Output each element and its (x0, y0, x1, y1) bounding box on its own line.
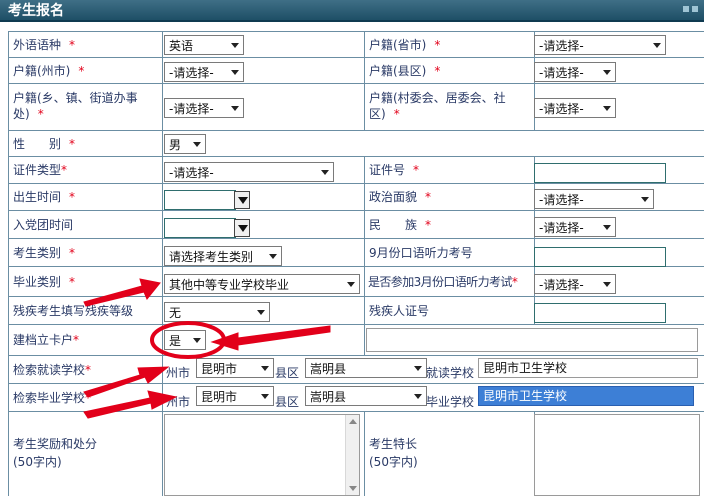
political-select[interactable]: -请选择- (534, 189, 654, 209)
chevron-down-icon (347, 282, 355, 287)
chevron-down-icon (269, 254, 277, 259)
birth-date-picker-button[interactable] (234, 191, 250, 209)
cell-gender (163, 131, 704, 157)
label-ethnicity: 民 族 * (365, 211, 535, 239)
grad-county-label: 县区 (275, 395, 300, 409)
chevron-down-icon (193, 142, 201, 147)
foreign-language-select[interactable]: 英语 (164, 35, 244, 55)
id-number-input[interactable] (534, 163, 666, 183)
current-city-select[interactable]: 昆明市 (196, 358, 274, 378)
label-county: 户籍(县区) * (365, 58, 535, 84)
label-id-number: 证件号 * (365, 157, 535, 184)
village-select[interactable]: -请选择- (534, 98, 616, 118)
label-disability-level: 残疾考生填写残疾等级 (9, 297, 163, 325)
disability-level-select[interactable]: 无 (164, 302, 270, 322)
county-select[interactable]: -请选择- (534, 62, 616, 82)
label-listening-no: 9月份口语听力考号 (365, 239, 535, 267)
label-search-grad-school: 检索毕业学校 * (9, 384, 163, 412)
label-party-date: 入党团时间 (9, 211, 163, 239)
poverty-card-select[interactable]: 是 (164, 330, 206, 350)
label-specialty: 考生特长 (50字内) (365, 412, 535, 496)
chevron-down-icon (414, 366, 422, 371)
label-city: 户籍(州市) * (9, 58, 163, 84)
listening-no-input[interactable] (534, 247, 666, 267)
label-gender: 性 别 * (9, 131, 163, 157)
id-type-select[interactable]: -请选择- (164, 162, 334, 182)
party-date-input[interactable] (164, 218, 236, 238)
label-awards: 考生奖励和处分 (50字内) (9, 412, 163, 496)
grad-school-select[interactable]: 昆明市卫生学校 (478, 386, 694, 406)
chevron-down-icon (414, 394, 422, 399)
scrollbar[interactable] (345, 415, 359, 495)
label-foreign-language: 外语语种 * (9, 32, 163, 58)
scroll-up-icon (349, 419, 357, 424)
province-select[interactable]: -请选择- (534, 35, 666, 55)
grad-county-select[interactable]: 嵩明县 (305, 386, 427, 406)
label-id-type: 证件类型 * (9, 157, 163, 184)
label-poverty-card: 建档立卡户 * (9, 325, 163, 356)
label-grad-type: 毕业类别 * (9, 267, 163, 297)
party-date-picker-button[interactable] (234, 219, 250, 237)
town-select[interactable]: -请选择- (164, 98, 244, 118)
chevron-down-icon (193, 338, 201, 343)
label-search-current-school: 检索就读学校 * (9, 356, 163, 384)
grad-type-select[interactable]: 其他中等专业学校毕业 (164, 274, 360, 294)
disability-cert-input[interactable] (534, 303, 666, 323)
label-town: 户籍(乡、镇、街道办事处) * (9, 84, 163, 131)
grad-school-label: 毕业学校 (426, 395, 475, 409)
current-city-label: 州市 (166, 366, 191, 380)
scroll-down-icon (349, 486, 357, 491)
label-village: 户籍(村委会、居委会、社区) * (365, 84, 535, 131)
label-birth: 出生时间 * (9, 184, 163, 211)
chevron-down-icon (603, 282, 611, 287)
current-school-label: 就读学校 (426, 366, 475, 380)
poverty-extra-input[interactable] (366, 328, 698, 352)
chevron-down-icon (653, 43, 661, 48)
chevron-down-icon (641, 197, 649, 202)
chevron-down-icon (261, 366, 269, 371)
chevron-down-icon (257, 310, 265, 315)
gender-select[interactable]: 男 (164, 134, 206, 154)
page-title: 考生报名 (8, 3, 64, 19)
chevron-down-icon (231, 70, 239, 75)
page-header: 考生报名 (0, 0, 704, 22)
category-select[interactable]: 请选择考生类别 (164, 246, 282, 266)
label-political: 政治面貌 * (365, 184, 535, 211)
grad-city-select[interactable]: 昆明市 (196, 386, 274, 406)
chevron-down-icon (231, 43, 239, 48)
city-select[interactable]: -请选择- (164, 62, 244, 82)
ethnicity-select[interactable]: -请选择- (534, 217, 616, 237)
label-category: 考生类别 * (9, 239, 163, 267)
chevron-down-icon (321, 170, 329, 175)
header-decoration (683, 6, 698, 12)
label-march-listening: 是否参加3月份口语听力考试 * (365, 267, 535, 297)
current-county-select[interactable]: 嵩明县 (305, 358, 427, 378)
birth-date-input[interactable] (164, 190, 236, 210)
chevron-down-icon (603, 225, 611, 230)
current-county-label: 县区 (275, 366, 300, 380)
march-listening-select[interactable]: -请选择- (534, 274, 616, 294)
chevron-down-icon (603, 106, 611, 111)
chevron-down-icon (231, 106, 239, 111)
label-disability-cert: 残疾人证号 (365, 297, 535, 325)
label-province: 户籍(省市) * (365, 32, 535, 58)
chevron-down-icon (261, 394, 269, 399)
awards-textarea[interactable] (164, 414, 360, 496)
grad-city-label: 州市 (166, 395, 191, 409)
chevron-down-icon (603, 70, 611, 75)
specialty-textarea[interactable] (534, 414, 700, 496)
current-school-input[interactable]: 昆明市卫生学校 (478, 358, 698, 378)
